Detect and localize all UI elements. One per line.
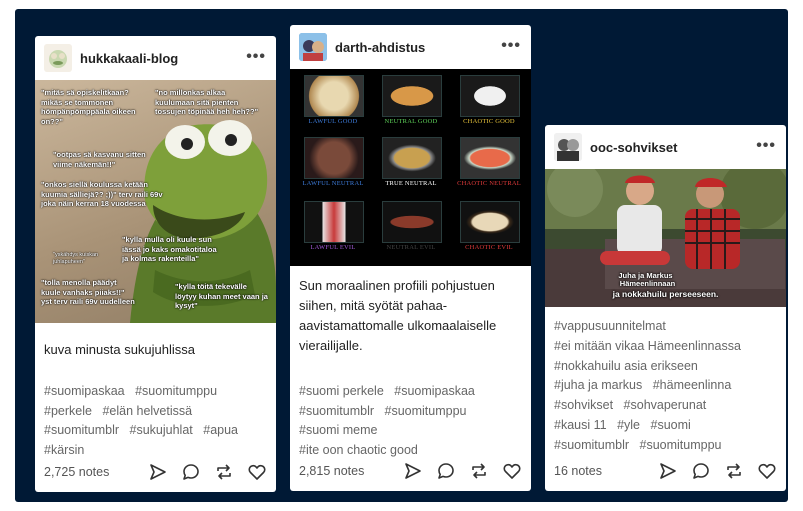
meme-text: "ootpas sä kasvanu sitten viime näkemän!… xyxy=(53,150,146,169)
tag[interactable]: #yle xyxy=(617,418,640,432)
tag[interactable]: #juha ja markus xyxy=(554,378,642,392)
post-card: ooc-sohvikset ••• Juha ja Markus Hämeenl… xyxy=(545,125,786,491)
alignment-label: LAWFUL NEUTRAL xyxy=(302,180,364,187)
subtitle-text: ja nokkahuilu perseeseen. xyxy=(612,289,719,299)
meme-text: "mitäs sä opiskelitkaan? mikäs se tommon… xyxy=(41,88,136,126)
tag-list: #suomi perkele #suomipaskaa #suomitumblr… xyxy=(290,382,531,460)
blog-name[interactable]: hukkakaali-blog xyxy=(80,51,178,66)
meme-text: "tolla menolla päädyt kuule vanhaks piia… xyxy=(41,278,135,306)
reply-icon[interactable] xyxy=(437,462,455,480)
notes-count[interactable]: 16 notes xyxy=(545,464,659,478)
subtitle-text: Hämeenlinnaan xyxy=(619,279,676,288)
alignment-label: CHAOTIC NEUTRAL xyxy=(457,180,521,187)
meme-text: "yskähdys kuiskan juhlapuheen" xyxy=(53,252,99,265)
meme-text: "onkos siellä koulussa ketään kuumia säl… xyxy=(41,180,163,208)
post-card: darth-ahdistus ••• LAWFUL GOOD NEUTRAL G… xyxy=(290,25,531,491)
notes-count[interactable]: 2,725 notes xyxy=(35,465,149,479)
post-image[interactable]: Juha ja Markus Hämeenlinnaan ja nokkahui… xyxy=(545,169,786,307)
more-icon[interactable]: ••• xyxy=(756,137,776,155)
more-icon[interactable]: ••• xyxy=(501,37,521,55)
reply-icon[interactable] xyxy=(692,462,710,480)
alignment-label: NEUTRAL GOOD xyxy=(384,118,438,125)
tag[interactable]: #sohvikset xyxy=(554,398,613,412)
more-icon[interactable]: ••• xyxy=(246,48,266,66)
alignment-label: CHAOTIC EVIL xyxy=(465,244,513,251)
alignment-label: NEUTRAL EVIL xyxy=(386,244,436,251)
reblog-icon[interactable] xyxy=(470,462,488,480)
tag[interactable]: #hämeenlinna xyxy=(653,378,732,392)
avatar[interactable] xyxy=(554,133,582,161)
alignment-label: LAWFUL GOOD xyxy=(308,118,358,125)
post-image[interactable]: LAWFUL GOOD NEUTRAL GOOD CHAOTIC GOOD LA… xyxy=(290,69,531,266)
tag[interactable]: #suomipaskaa xyxy=(44,384,125,398)
post-card: hukkakaali-blog ••• "mitäs sä opiskelitk… xyxy=(35,36,276,492)
tag[interactable]: #elän helvetissä xyxy=(102,404,192,418)
like-icon[interactable] xyxy=(758,462,776,480)
reblog-icon[interactable] xyxy=(725,462,743,480)
post-header: ooc-sohvikset ••• xyxy=(545,125,786,169)
blog-name[interactable]: ooc-sohvikset xyxy=(590,140,677,155)
tag[interactable]: #suomitumppu xyxy=(135,384,217,398)
tag[interactable]: #kausi 11 xyxy=(554,418,607,432)
tag-list: #suomipaskaa #suomitumppu #perkele #elän… xyxy=(35,382,276,460)
tag[interactable]: #suomitumblr xyxy=(44,423,119,437)
post-image[interactable]: "mitäs sä opiskelitkaan? mikäs se tommon… xyxy=(35,80,276,323)
tag[interactable]: #vappusuunnitelmat xyxy=(554,319,666,333)
tag[interactable]: #suomitumppu xyxy=(385,404,467,418)
share-icon[interactable] xyxy=(404,462,422,480)
post-footer: 2,725 notes xyxy=(35,452,276,492)
alignment-label: CHAOTIC GOOD xyxy=(463,118,515,125)
like-icon[interactable] xyxy=(503,462,521,480)
like-icon[interactable] xyxy=(248,463,266,481)
tag[interactable]: #perkele xyxy=(44,404,92,418)
post-footer: 16 notes xyxy=(545,451,786,491)
avatar[interactable] xyxy=(299,33,327,61)
tag[interactable]: #suomi meme xyxy=(299,423,378,437)
tag[interactable]: #nokkahuilu asia erikseen xyxy=(554,359,698,373)
meme-text: "no millonkas alkaa kuulumaan sitä pient… xyxy=(155,88,259,116)
tag-list: #vappusuunnitelmat #ei mitään vikaa Häme… xyxy=(545,317,786,456)
alignment-label: LAWFUL EVIL xyxy=(310,244,356,251)
tag[interactable]: #ei mitään vikaa Hämeenlinnassa xyxy=(554,339,741,353)
meme-text: "kylla töitä tekevälle löytyy kuhan meet… xyxy=(175,282,268,310)
post-footer: 2,815 notes xyxy=(290,451,531,491)
post-caption: kuva minusta sukujuhlissa xyxy=(44,342,196,357)
tag[interactable]: #apua xyxy=(203,423,238,437)
post-header: hukkakaali-blog ••• xyxy=(35,36,276,80)
reblog-icon[interactable] xyxy=(215,463,233,481)
share-icon[interactable] xyxy=(149,463,167,481)
post-header: darth-ahdistus ••• xyxy=(290,25,531,69)
dashboard: hukkakaali-blog ••• "mitäs sä opiskelitk… xyxy=(15,9,788,502)
tag[interactable]: #suomipaskaa xyxy=(394,384,475,398)
tag[interactable]: #suomitumblr xyxy=(554,438,629,452)
tag[interactable]: #sohvaperunat xyxy=(624,398,707,412)
alignment-label: TRUE NEUTRAL xyxy=(385,180,437,187)
tag[interactable]: #suomitumppu xyxy=(640,438,722,452)
share-icon[interactable] xyxy=(659,462,677,480)
reply-icon[interactable] xyxy=(182,463,200,481)
blog-name[interactable]: darth-ahdistus xyxy=(335,40,425,55)
meme-text: "kylla mulla oli kuule sun iässä jo kaks… xyxy=(122,235,217,263)
notes-count[interactable]: 2,815 notes xyxy=(290,464,404,478)
avatar[interactable] xyxy=(44,44,72,72)
tag[interactable]: #suomi xyxy=(651,418,691,432)
tag[interactable]: #suomitumblr xyxy=(299,404,374,418)
tag[interactable]: #suomi perkele xyxy=(299,384,384,398)
tag[interactable]: #sukujuhlat xyxy=(130,423,193,437)
post-caption: Sun moraalinen profiili pohjustuen siihe… xyxy=(299,278,497,353)
